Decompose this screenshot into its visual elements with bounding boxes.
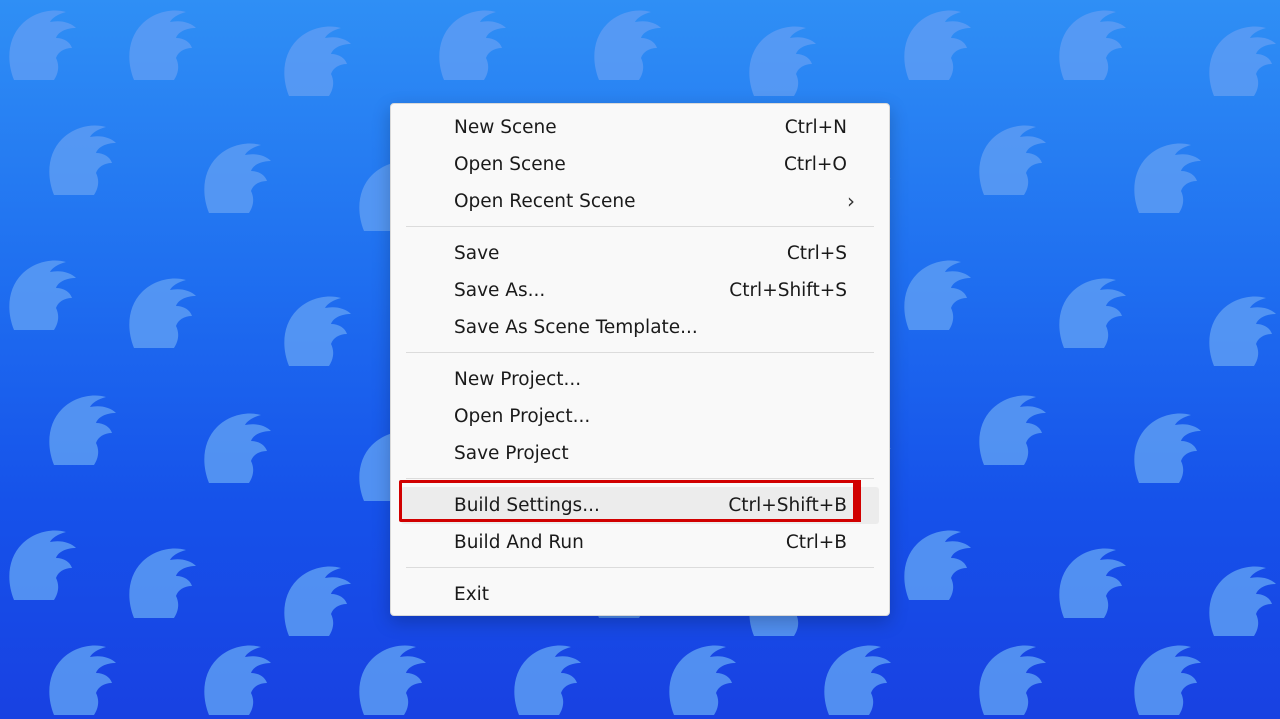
- bird-silhouette-icon: [129, 278, 196, 348]
- bird-silhouette-icon: [359, 645, 426, 715]
- chevron-right-icon: ›: [847, 189, 855, 213]
- menu-item-save-as[interactable]: Save As... Ctrl+Shift+S: [401, 272, 879, 309]
- bird-silhouette-icon: [824, 645, 891, 715]
- bird-silhouette-icon: [1134, 645, 1201, 715]
- menu-item-label: Open Project...: [454, 406, 591, 427]
- menu-item-shortcut: Ctrl+O: [784, 154, 847, 175]
- bird-silhouette-icon: [439, 10, 506, 80]
- menu-item-new-project[interactable]: New Project...: [401, 361, 879, 398]
- bird-silhouette-icon: [979, 395, 1046, 465]
- bird-silhouette-icon: [979, 125, 1046, 195]
- menu-item-new-scene[interactable]: New Scene Ctrl+N: [401, 109, 879, 146]
- menu-item-save-project[interactable]: Save Project: [401, 435, 879, 472]
- menu-item-shortcut: Ctrl+Shift+S: [729, 280, 847, 301]
- bird-silhouette-icon: [49, 125, 116, 195]
- menu-separator: [406, 226, 874, 227]
- bird-silhouette-icon: [1059, 548, 1126, 618]
- bird-silhouette-icon: [49, 645, 116, 715]
- menu-item-label: Save Project: [454, 443, 569, 464]
- bird-silhouette-icon: [1209, 26, 1276, 96]
- menu-item-label: Build Settings...: [454, 495, 600, 516]
- bird-silhouette-icon: [669, 645, 736, 715]
- bird-silhouette-icon: [49, 395, 116, 465]
- menu-item-shortcut: Ctrl+N: [784, 117, 847, 138]
- menu-item-label: New Project...: [454, 369, 582, 390]
- menu-item-label: Open Scene: [454, 154, 566, 175]
- bird-silhouette-icon: [904, 10, 971, 80]
- bird-silhouette-icon: [9, 260, 76, 330]
- file-menu: New Scene Ctrl+N Open Scene Ctrl+O Open …: [390, 103, 890, 616]
- bird-silhouette-icon: [1059, 10, 1126, 80]
- bird-silhouette-icon: [904, 530, 971, 600]
- bird-silhouette-icon: [204, 645, 271, 715]
- menu-separator: [406, 567, 874, 568]
- menu-separator: [406, 478, 874, 479]
- menu-item-shortcut: Ctrl+S: [786, 243, 847, 264]
- bird-silhouette-icon: [284, 296, 351, 366]
- menu-item-label: Save As Scene Template...: [454, 317, 698, 338]
- bird-silhouette-icon: [204, 413, 271, 483]
- menu-item-open-project[interactable]: Open Project...: [401, 398, 879, 435]
- bird-silhouette-icon: [1059, 278, 1126, 348]
- menu-item-exit[interactable]: Exit: [401, 576, 879, 613]
- menu-item-label: Exit: [454, 584, 490, 605]
- bird-silhouette-icon: [1209, 566, 1276, 636]
- menu-item-shortcut: Ctrl+Shift+B: [728, 495, 847, 516]
- menu-item-shortcut: Ctrl+B: [785, 532, 847, 553]
- bird-silhouette-icon: [1134, 413, 1201, 483]
- menu-separator: [406, 352, 874, 353]
- bird-silhouette-icon: [284, 26, 351, 96]
- menu-item-label: New Scene: [454, 117, 557, 138]
- bird-silhouette-icon: [9, 10, 76, 80]
- bird-silhouette-icon: [979, 645, 1046, 715]
- bird-silhouette-icon: [9, 530, 76, 600]
- menu-item-open-scene[interactable]: Open Scene Ctrl+O: [401, 146, 879, 183]
- menu-item-build-and-run[interactable]: Build And Run Ctrl+B: [401, 524, 879, 561]
- bird-silhouette-icon: [129, 10, 196, 80]
- bird-silhouette-icon: [514, 645, 581, 715]
- menu-item-label: Open Recent Scene: [454, 191, 636, 212]
- menu-item-save[interactable]: Save Ctrl+S: [401, 235, 879, 272]
- bird-silhouette-icon: [204, 143, 271, 213]
- menu-item-build-settings[interactable]: Build Settings... Ctrl+Shift+B: [401, 487, 879, 524]
- menu-item-open-recent-scene[interactable]: Open Recent Scene ›: [401, 183, 879, 220]
- bird-silhouette-icon: [749, 26, 816, 96]
- menu-item-save-as-scene-template[interactable]: Save As Scene Template...: [401, 309, 879, 346]
- bird-silhouette-icon: [284, 566, 351, 636]
- menu-item-label: Save: [454, 243, 500, 264]
- bird-silhouette-icon: [129, 548, 196, 618]
- menu-item-label: Build And Run: [454, 532, 584, 553]
- menu-item-label: Save As...: [454, 280, 546, 301]
- bird-silhouette-icon: [1209, 296, 1276, 366]
- bird-silhouette-icon: [904, 260, 971, 330]
- bird-silhouette-icon: [594, 10, 661, 80]
- bird-silhouette-icon: [1134, 143, 1201, 213]
